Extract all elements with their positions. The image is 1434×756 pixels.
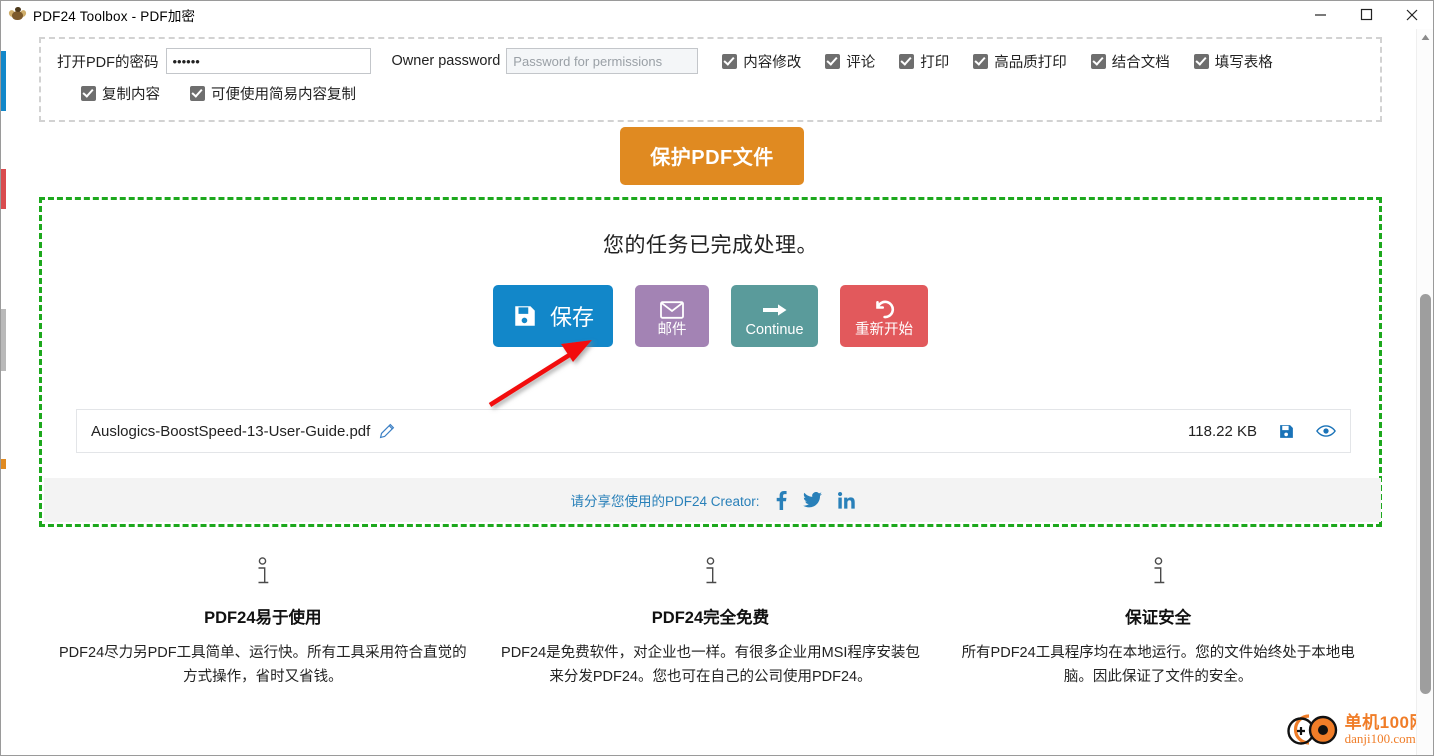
floppy-disk-icon [512,303,538,329]
feature-ease-of-use: PDF24易于使用 PDF24尽力另PDF工具简单、运行快。所有工具采用符合直觉… [39,557,487,690]
app-window: PDF24 Toolbox - PDF加密 打开PDF的密码 Owner [0,0,1434,756]
features-section: PDF24易于使用 PDF24尽力另PDF工具简单、运行快。所有工具采用符合直觉… [39,557,1382,690]
result-actions: 保存 邮件 Continue 重新开始 [42,285,1379,347]
title-bar: PDF24 Toolbox - PDF加密 [1,1,1433,28]
floppy-save-icon[interactable] [1278,423,1295,440]
permission-checkbox-content-modify[interactable]: 内容修改 [722,51,801,72]
permission-checkbox-print[interactable]: 打印 [899,51,949,72]
protect-pdf-button[interactable]: 保护PDF文件 [620,127,804,185]
file-meta: 118.22 KB [1188,423,1336,440]
watermark-line1: 单机100网 [1344,713,1427,733]
result-panel: 您的任务已完成处理。 保存 邮件 Continue 重新开始 Auslogics… [39,197,1382,527]
checkbox-checked-icon[interactable] [973,53,989,69]
vertical-scrollbar[interactable] [1416,29,1433,755]
feature-text: PDF24尽力另PDF工具简单、运行快。所有工具采用符合直觉的方式操作，省时又省… [59,645,467,685]
open-password-label: 打开PDF的密码 [57,54,159,71]
permission-checkbox-accessible-copy[interactable]: 可便使用简易内容复制 [190,83,356,104]
permission-label: 复制内容 [102,87,160,103]
watermark: 单机100网 danji100.com [1279,709,1427,751]
primary-action-row: 保护PDF文件 [6,127,1418,185]
info-icon [53,557,473,591]
moth-icon [7,6,28,23]
feature-title: PDF24易于使用 [204,609,322,627]
watermark-text: 单机100网 danji100.com [1345,714,1427,745]
permission-checkbox-copy-content[interactable]: 复制内容 [81,83,160,104]
window-title: PDF24 Toolbox - PDF加密 [33,8,196,24]
twitter-icon[interactable] [802,492,822,508]
feature-title: 保证安全 [1125,609,1192,627]
checkbox-checked-icon[interactable] [825,53,841,69]
minimize-icon[interactable] [1297,1,1343,28]
checkbox-checked-icon[interactable] [81,86,96,101]
feature-text: 所有PDF24工具程序均在本地运行。您的文件始终处于本地电脑。因此保证了文件的安… [961,645,1355,685]
file-size: 118.22 KB [1188,422,1257,440]
owner-password-label: Owner password [391,53,501,69]
save-button[interactable]: 保存 [493,285,613,347]
scrollbar-thumb[interactable] [1420,294,1431,694]
restart-button-label: 重新开始 [855,322,913,339]
mail-button-label: 邮件 [657,321,687,338]
feature-text: PDF24是免费软件，对企业也一样。有很多企业用MSI程序安装包来分发PDF24… [501,645,920,685]
checkbox-checked-icon[interactable] [190,86,205,101]
feature-title: PDF24完全免费 [651,609,770,627]
maximize-icon[interactable] [1343,1,1389,28]
share-label: 请分享您使用的PDF24 Creator: [570,494,760,509]
mail-button[interactable]: 邮件 [635,285,709,347]
feature-security: 保证安全 所有PDF24工具程序均在本地运行。您的文件始终处于本地电脑。因此保证… [934,557,1382,690]
close-icon[interactable] [1389,1,1433,28]
file-name: Auslogics-BoostSpeed-13-User-Guide.pdf [91,422,371,440]
result-heading: 您的任务已完成处理。 [603,234,818,257]
continue-button-label: Continue [745,321,804,338]
password-row: 打开PDF的密码 Owner password 内容修改 评论 打 [57,48,1273,74]
pencil-icon[interactable] [379,423,395,439]
continue-button[interactable]: Continue [731,285,818,347]
permissions-group-row2: 复制内容 可便使用简易内容复制 [81,83,356,104]
permission-label: 打印 [920,54,950,71]
envelope-icon [660,301,684,319]
owner-password-input[interactable] [506,48,699,74]
watermark-logo-icon [1286,714,1337,745]
permission-checkbox-comment[interactable]: 评论 [825,51,875,72]
checkbox-checked-icon[interactable] [899,53,915,69]
checkbox-checked-icon[interactable] [722,53,738,69]
facebook-icon[interactable] [776,490,787,510]
permission-label: 填写表格 [1214,54,1273,71]
permission-label: 内容修改 [743,54,802,71]
info-icon [948,557,1368,591]
window-controls [1297,1,1433,28]
undo-icon [873,300,896,319]
restart-button[interactable]: 重新开始 [840,285,928,347]
encryption-options-panel: 打开PDF的密码 Owner password 内容修改 评论 打 [39,37,1382,122]
save-button-label: 保存 [549,305,594,330]
permissions-group-row1: 内容修改 评论 打印 高品质打印 结合文档 填写表格 [698,51,1273,72]
scroll-up-icon[interactable] [1417,29,1433,46]
permission-label: 评论 [846,54,876,71]
result-file-row: Auslogics-BoostSpeed-13-User-Guide.pdf 1… [76,409,1351,453]
watermark-line2: danji100.com [1344,731,1416,747]
linkedin-icon[interactable] [837,491,855,509]
permission-checkbox-fill-forms[interactable]: 填写表格 [1193,51,1273,72]
info-icon [501,557,921,591]
arrow-right-icon [762,301,787,319]
open-password-input[interactable] [165,48,371,74]
eye-icon[interactable] [1316,424,1336,438]
checkbox-checked-icon[interactable] [1193,53,1209,69]
permission-checkbox-high-quality-print[interactable]: 高品质打印 [973,51,1067,72]
permission-checkbox-assemble-document[interactable]: 结合文档 [1090,51,1170,72]
checkbox-checked-icon[interactable] [1090,53,1106,69]
feature-free: PDF24完全免费 PDF24是免费软件，对企业也一样。有很多企业用MSI程序安… [487,557,935,690]
permission-label: 可便使用简易内容复制 [211,87,356,103]
permission-label: 结合文档 [1111,54,1170,71]
page-content: 打开PDF的密码 Owner password 内容修改 评论 打 [6,29,1418,755]
permission-label: 高品质打印 [994,54,1067,71]
share-bar: 请分享您使用的PDF24 Creator: [44,478,1381,522]
